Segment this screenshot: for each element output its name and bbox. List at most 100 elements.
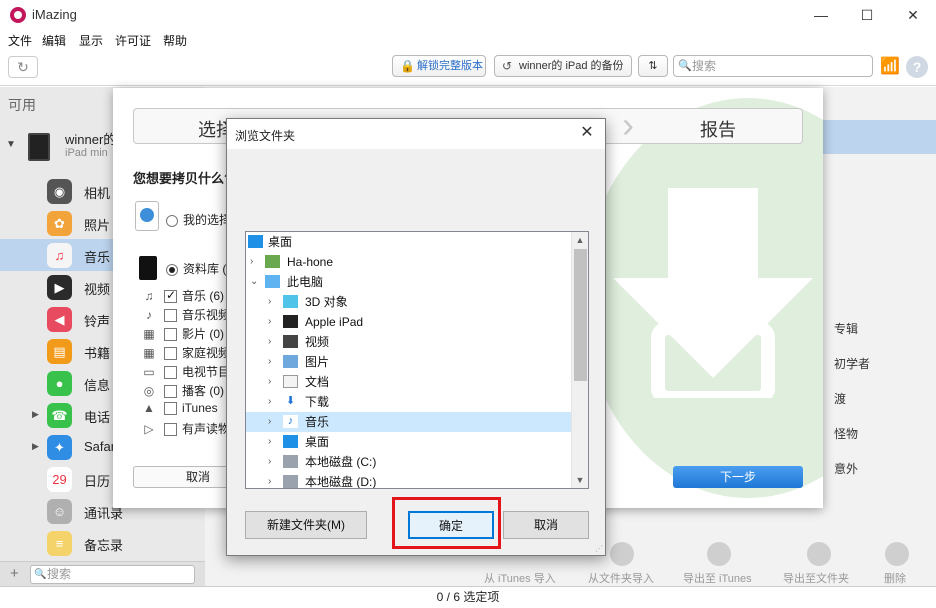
tree-expand-arrow-icon[interactable]: ›: [268, 392, 278, 412]
tree-expand-arrow-icon[interactable]: ›: [268, 452, 278, 472]
folder-tree[interactable]: 桌面 › Ha-hone ⌄ 此电脑 › 3D 对象 › Apple iPad › 视频 › 图片 › 文档…: [245, 231, 589, 489]
expand-arrow-icon[interactable]: ▶: [32, 441, 39, 452]
menu-edit[interactable]: 编辑: [42, 32, 66, 49]
minimize-button[interactable]: —: [798, 0, 844, 30]
folder-tree-item[interactable]: 桌面: [246, 232, 572, 252]
tree-expand-arrow-icon[interactable]: ›: [268, 412, 278, 432]
app-icon: ▶: [47, 275, 72, 300]
unlock-button[interactable]: 🔒 解锁完整版本: [392, 55, 486, 77]
tree-expand-arrow-icon[interactable]: ›: [250, 252, 260, 272]
library-checkbox[interactable]: [164, 366, 177, 380]
video-folder-icon: [283, 335, 298, 348]
tree-expand-arrow-icon[interactable]: ›: [268, 312, 278, 332]
album-cell: 渡: [834, 392, 847, 406]
folder-tree-label: 此电脑: [287, 275, 324, 289]
library-checkbox[interactable]: [164, 328, 177, 342]
app-icon: ▤: [47, 339, 72, 364]
maximize-button[interactable]: ☐: [844, 0, 890, 30]
folder-tree-label: Ha-hone: [287, 255, 334, 269]
desktop-folder-icon: [283, 435, 298, 448]
sidebar-item-label: 电话: [84, 410, 111, 425]
scroll-thumb[interactable]: [574, 249, 587, 381]
app-icon: ✦: [47, 435, 72, 460]
import-itunes-button[interactable]: 从 iTunes 导入: [484, 570, 556, 586]
sidebar-item-label: 日历: [84, 474, 111, 489]
app-icon: 29: [47, 467, 72, 492]
expand-arrow-icon[interactable]: ▶: [32, 409, 39, 420]
library-checkbox[interactable]: [164, 402, 177, 416]
tree-expand-arrow-icon[interactable]: ›: [268, 352, 278, 372]
tree-expand-arrow-icon[interactable]: ›: [268, 292, 278, 312]
dialog-close-button[interactable]: ✕: [575, 122, 599, 142]
tree-scrollbar[interactable]: ▲ ▼: [571, 232, 588, 488]
option-my-selection-label: 我的选择: [183, 213, 232, 227]
library-checkbox[interactable]: [164, 309, 177, 323]
folder-tree-item[interactable]: › 本地磁盘 (D:): [246, 472, 572, 488]
tree-expand-arrow-icon[interactable]: ›: [268, 472, 278, 488]
library-checkbox[interactable]: [164, 288, 177, 304]
option-my-selection[interactable]: 我的选择: [166, 211, 231, 228]
export-itunes-button[interactable]: 导出至 iTunes: [683, 570, 752, 586]
library-checkbox[interactable]: [164, 423, 177, 437]
delete-button[interactable]: 删除: [884, 570, 906, 586]
available-label: 可用: [8, 97, 36, 113]
album-cell: 意外: [834, 462, 859, 476]
sync-button[interactable]: ⇅: [638, 55, 668, 77]
sidebar-item-label: 相机: [84, 186, 111, 201]
sidebar-item[interactable]: ≡ 备忘录: [0, 527, 205, 559]
import-folder-button[interactable]: 从文件夹导入: [588, 570, 654, 586]
folder-tree-item[interactable]: › 文档: [246, 372, 572, 392]
export-folder-button[interactable]: 导出至文件夹: [783, 570, 849, 586]
menu-view[interactable]: 显示: [79, 32, 103, 49]
expand-arrow-icon[interactable]: ▼: [6, 139, 16, 150]
media-type-icon: ▦: [143, 346, 155, 360]
folder-tree-item[interactable]: › 本地磁盘 (C:): [246, 452, 572, 472]
folder-tree-item[interactable]: › Ha-hone: [246, 252, 572, 272]
radio-library[interactable]: [166, 263, 178, 276]
download-arrow-icon: [613, 188, 813, 398]
media-type-icon: ▦: [143, 327, 155, 341]
tree-expand-arrow-icon[interactable]: ›: [268, 372, 278, 392]
radio-my-selection[interactable]: [166, 214, 178, 227]
tree-expand-arrow-icon[interactable]: ⌄: [250, 272, 260, 292]
folder-tree-item[interactable]: › 视频: [246, 332, 572, 352]
folder-tree-item[interactable]: › Apple iPad: [246, 312, 572, 332]
scroll-up-icon[interactable]: ▲: [572, 232, 588, 248]
library-checkbox[interactable]: [164, 385, 177, 399]
3d-folder-icon: [283, 295, 298, 308]
scroll-down-icon[interactable]: ▼: [572, 472, 588, 488]
folder-tree-item[interactable]: › 桌面: [246, 432, 572, 452]
tree-expand-arrow-icon[interactable]: ›: [268, 432, 278, 452]
folder-tree-item[interactable]: › ⬇ 下载: [246, 392, 572, 412]
doc-folder-icon: [283, 375, 298, 388]
menu-license[interactable]: 许可证: [115, 32, 151, 49]
step-separator: ›: [622, 104, 634, 145]
add-icon[interactable]: +: [10, 565, 19, 582]
app-title: iMazing: [32, 7, 77, 22]
new-folder-button[interactable]: 新建文件夹(M): [245, 511, 367, 539]
menu-help[interactable]: 帮助: [163, 32, 187, 49]
wizard-next-button[interactable]: 下一步: [673, 466, 803, 488]
refresh-button[interactable]: ↻: [8, 56, 38, 78]
option-library[interactable]: 资料库 (: [166, 260, 226, 277]
dialog-cancel-button[interactable]: 取消: [503, 511, 589, 539]
sidebar-search-input[interactable]: 🔍 搜索: [30, 565, 195, 584]
sidebar-item-label: 书籍: [84, 346, 111, 361]
folder-tree-item[interactable]: › 3D 对象: [246, 292, 572, 312]
wifi-icon[interactable]: 📶: [878, 55, 902, 79]
close-window-button[interactable]: ✕: [890, 0, 936, 30]
resize-grip-icon[interactable]: ⋰: [595, 544, 603, 553]
album-column-header[interactable]: 专辑: [834, 320, 858, 337]
folder-tree-item[interactable]: ⌄ 此电脑: [246, 272, 572, 292]
library-checkbox[interactable]: [164, 347, 177, 361]
selected-row-band: [823, 120, 936, 154]
search-input[interactable]: 🔍 搜索: [673, 55, 873, 77]
pc-folder-icon: [265, 275, 280, 288]
tree-expand-arrow-icon[interactable]: ›: [268, 332, 278, 352]
help-button[interactable]: ?: [906, 56, 928, 78]
menu-file[interactable]: 文件: [8, 32, 32, 49]
folder-tree-item[interactable]: › ♪ 音乐: [246, 412, 572, 432]
backup-button[interactable]: ↺ winner的 iPad 的备份: [494, 55, 632, 77]
folder-tree-item[interactable]: › 图片: [246, 352, 572, 372]
folder-tree-label: Apple iPad: [305, 315, 364, 329]
